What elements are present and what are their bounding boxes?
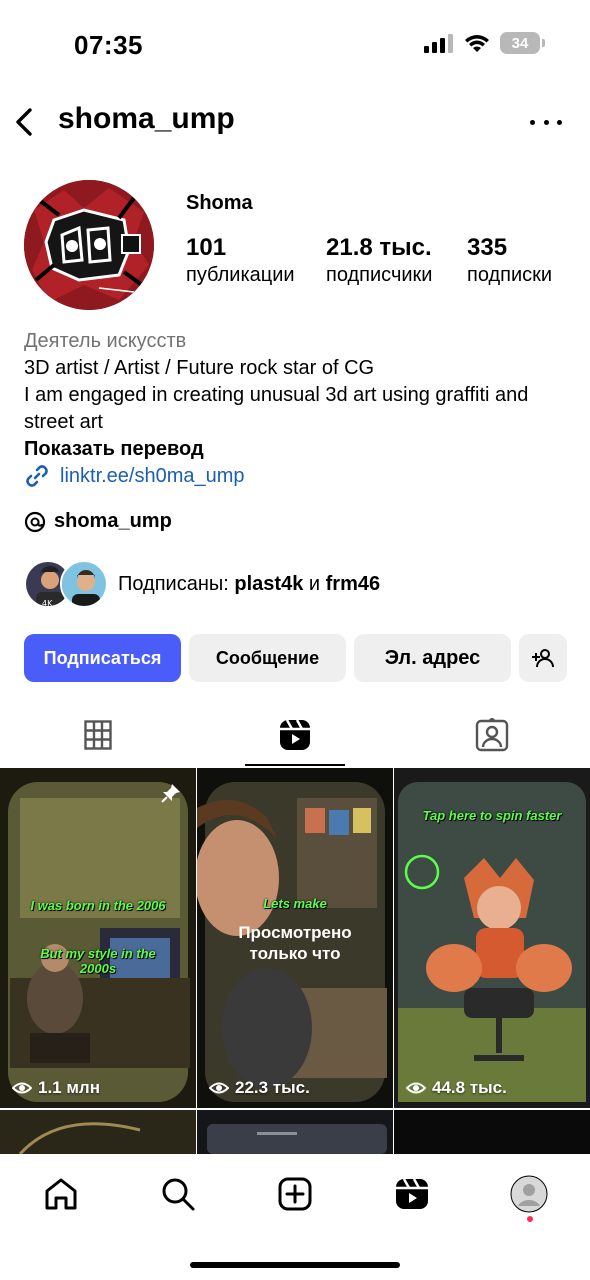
tab-grid[interactable]	[0, 704, 197, 766]
battery-icon: 34	[500, 32, 545, 54]
stat-label: подписки	[467, 264, 553, 286]
view-count: 44.8 тыс.	[406, 1078, 507, 1098]
pin-icon	[161, 784, 180, 803]
profile-category: Деятель искусств	[24, 330, 187, 352]
profile-actions: Подписаться Сообщение Эл. адрес	[24, 634, 567, 682]
profile-bio: Деятель искусств 3D artist / Artist / Fu…	[24, 328, 574, 463]
reels-grid: I was born in the 2006 But my style in t…	[0, 768, 590, 1154]
suggest-users-button[interactable]	[519, 634, 567, 682]
view-count-text: 1.1 млн	[38, 1078, 100, 1097]
email-button[interactable]: Эл. адрес	[354, 634, 511, 682]
profile-header: shoma_ump	[0, 96, 590, 148]
reel-caption: I was born in the 2006	[30, 898, 166, 913]
bio-line: I am engaged in creating unusual 3d art …	[24, 384, 529, 433]
views-icon	[209, 1082, 229, 1094]
stat-value: 101	[186, 234, 227, 261]
reel-thumbnail[interactable]: Lets make Просмотрено только что 22.3 ты…	[197, 768, 393, 1108]
follower-avatar	[60, 560, 108, 608]
threads-badge[interactable]: shoma_ump	[24, 510, 172, 533]
followers-count[interactable]: 21.8 тыс. подписчики	[326, 234, 432, 287]
follow-button[interactable]: Подписаться	[24, 634, 181, 682]
followed-by[interactable]: 4K Подписаны: plast4k и frm46	[24, 560, 380, 608]
reel-preview-image	[0, 768, 196, 1108]
signal-icon	[424, 34, 453, 53]
avatar-artwork-icon	[24, 180, 154, 310]
svg-text:4K: 4K	[42, 599, 53, 608]
followed-user[interactable]: frm46	[326, 573, 380, 595]
more-options-icon[interactable]	[530, 108, 562, 136]
profile-link[interactable]: linktr.ee/sh0ma_ump	[24, 463, 245, 489]
reels-icon	[280, 719, 310, 750]
header-username: shoma_ump	[58, 102, 235, 135]
reel-caption: Tap here to spin faster	[422, 808, 562, 823]
profile-avatar-icon	[510, 1175, 548, 1213]
link-text[interactable]: linktr.ee/sh0ma_ump	[60, 465, 245, 488]
stat-label: подписчики	[326, 264, 433, 286]
reel-thumbnail[interactable]	[0, 1110, 196, 1154]
stat-label: публикации	[186, 264, 295, 286]
profile-tabs	[0, 704, 590, 766]
status-bar: 07:35 34	[0, 0, 590, 88]
reel-thumbnail[interactable]	[197, 1110, 393, 1154]
view-count: 1.1 млн	[12, 1078, 100, 1098]
followed-by-text: Подписаны: plast4k и frm46	[118, 573, 380, 596]
reels-icon	[396, 1178, 428, 1209]
bio-line: 3D artist / Artist / Future rock star of…	[24, 357, 375, 379]
following-count[interactable]: 335 подписки	[467, 234, 552, 287]
status-icons: 34	[424, 32, 545, 54]
stat-value: 335	[467, 234, 508, 261]
notification-dot	[527, 1216, 533, 1222]
reel-thumbnail[interactable]: Tap here to spin faster 44.8 тыс.	[394, 768, 590, 1108]
stat-value: 21.8 тыс.	[326, 234, 432, 261]
bottom-navigation	[0, 1154, 590, 1280]
reel-caption: Lets make	[263, 896, 327, 911]
watched-label: Просмотрено только что	[238, 923, 352, 963]
back-icon[interactable]	[10, 104, 40, 140]
status-time: 07:35	[74, 30, 143, 60]
view-count-text: 22.3 тыс.	[235, 1078, 310, 1097]
nav-home[interactable]	[41, 1174, 81, 1214]
home-icon	[45, 1178, 77, 1210]
reel-preview-image	[0, 1110, 196, 1154]
posts-count[interactable]: 101 публикации	[186, 234, 295, 287]
reel-preview-image	[197, 1110, 393, 1154]
display-name: Shoma	[186, 192, 253, 214]
grid-icon	[84, 720, 113, 750]
views-icon	[406, 1082, 426, 1094]
profile-avatar[interactable]	[24, 180, 154, 310]
followed-and: и	[303, 572, 326, 595]
nav-create[interactable]	[275, 1174, 315, 1214]
reel-thumbnail[interactable]	[394, 1110, 590, 1154]
create-icon	[278, 1177, 312, 1211]
reel-caption: But my style in the 2000s	[40, 946, 156, 976]
threads-icon	[24, 511, 46, 532]
home-indicator	[190, 1262, 400, 1268]
link-icon	[26, 465, 48, 487]
tab-tagged[interactable]	[393, 704, 590, 766]
wifi-icon	[465, 35, 489, 52]
view-count: 22.3 тыс.	[209, 1078, 310, 1098]
add-person-icon	[532, 649, 554, 668]
reel-thumbnail[interactable]: I was born in the 2006 But my style in t…	[0, 768, 196, 1108]
nav-search[interactable]	[158, 1174, 198, 1214]
views-icon	[12, 1082, 32, 1094]
tagged-icon	[475, 718, 508, 752]
tab-reels[interactable]	[197, 704, 394, 766]
view-count-text: 44.8 тыс.	[432, 1078, 507, 1097]
nav-profile[interactable]	[509, 1174, 549, 1214]
nav-reels[interactable]	[392, 1174, 432, 1214]
followed-user[interactable]: plast4k	[234, 573, 303, 595]
show-translation-link[interactable]: Показать перевод	[24, 436, 574, 463]
message-button[interactable]: Сообщение	[189, 634, 346, 682]
threads-handle: shoma_ump	[54, 510, 172, 532]
search-icon	[162, 1178, 195, 1211]
followed-prefix: Подписаны:	[118, 572, 235, 595]
battery-level: 34	[511, 34, 529, 52]
